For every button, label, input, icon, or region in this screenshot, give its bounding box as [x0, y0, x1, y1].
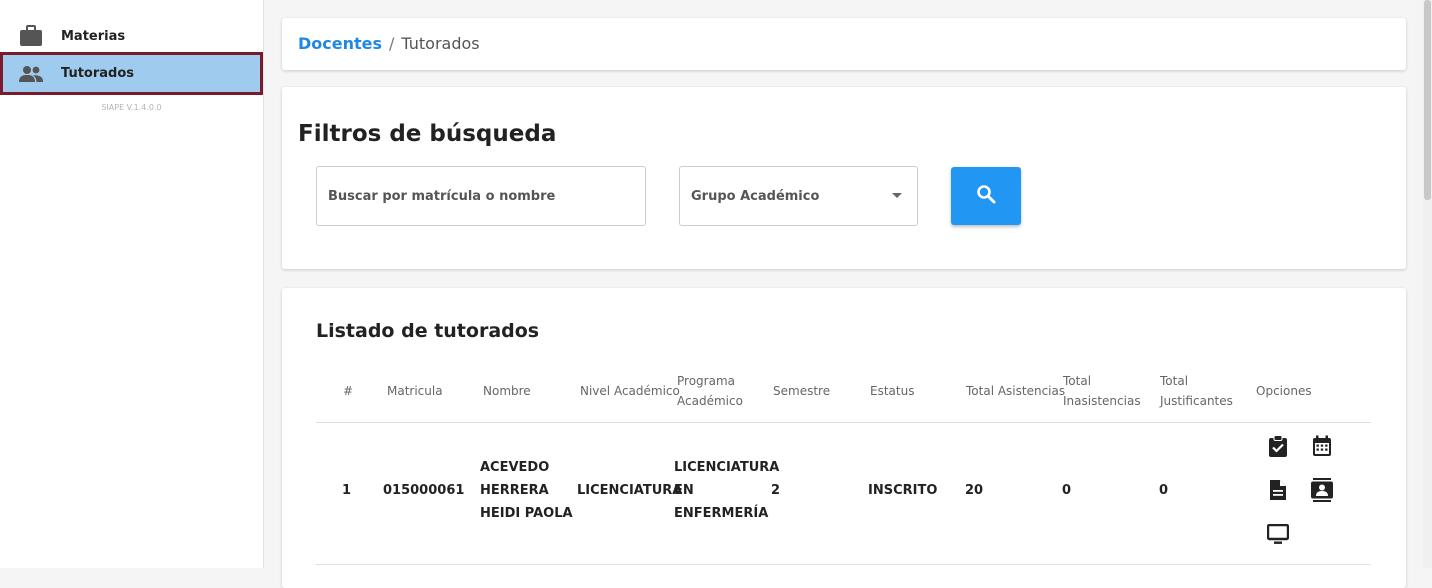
sidebar-item-materias[interactable]: Materias: [0, 15, 263, 57]
breadcrumb-separator: /: [389, 34, 395, 53]
column-header: Matricula: [387, 384, 443, 398]
briefcase-icon: [18, 25, 44, 47]
version-label: SIAPE V.1.4.0.0: [101, 103, 162, 112]
cell-programa: LICENCIATURA EN ENFERMERÍA: [674, 456, 779, 525]
group-select[interactable]: Grupo Académico: [679, 166, 918, 226]
cell-matricula: 015000061: [383, 483, 465, 498]
sidebar-item-tutorados[interactable]: Tutorados: [0, 52, 263, 95]
cell-inasistencias: 0: [1062, 483, 1072, 498]
tutorados-list-card: Listado de tutorados # Matricula Nombre …: [282, 288, 1406, 588]
list-title: Listado de tutorados: [316, 320, 540, 342]
page-scrollbar[interactable]: [1423, 0, 1432, 568]
search-icon: [976, 184, 996, 208]
column-header: Total Justificantes: [1160, 374, 1233, 408]
breadcrumb-current: Tutorados: [401, 34, 480, 53]
group-select-placeholder: Grupo Académico: [691, 188, 820, 204]
contact-card-icon[interactable]: [1310, 478, 1334, 502]
cell-justificantes: 0: [1159, 483, 1169, 498]
cell-programa-line: LICENCIATURA: [674, 460, 780, 475]
filters-card: Filtros de búsqueda Buscar por matrícula…: [282, 87, 1406, 269]
sidebar-item-label: Materias: [61, 28, 126, 44]
cell-nombre-line: ACEVEDO: [480, 460, 550, 475]
cell-programa-line: EN: [674, 483, 694, 498]
search-button[interactable]: [951, 167, 1021, 225]
search-input[interactable]: Buscar por matrícula o nombre: [316, 166, 646, 226]
cell-estatus: INSCRITO: [868, 483, 938, 498]
breadcrumb: Docentes / Tutorados: [298, 34, 480, 53]
column-header: Semestre: [773, 384, 831, 398]
header-divider: [316, 422, 1371, 423]
sidebar: Materias Tutorados SIAPE V.1.4.0.0: [0, 0, 264, 568]
row-divider: [316, 564, 1371, 565]
column-header: #: [343, 384, 354, 398]
chevron-down-icon: [892, 193, 902, 198]
breadcrumb-link-docentes[interactable]: Docentes: [298, 34, 382, 53]
cell-semestre: 2: [771, 483, 781, 498]
breadcrumb-card: Docentes / Tutorados: [282, 18, 1406, 70]
calendar-icon[interactable]: [1310, 434, 1334, 458]
cell-nivel: LICENCIATURA: [577, 483, 683, 498]
column-header: Estatus: [870, 384, 915, 398]
column-header: Total Inasistencias: [1063, 374, 1141, 408]
search-input-placeholder: Buscar por matrícula o nombre: [328, 188, 556, 204]
cell-num: 1: [342, 483, 352, 498]
column-header: Total Asistencias: [966, 384, 1066, 398]
column-header: Opciones: [1256, 384, 1312, 398]
column-header: Nivel Académico: [580, 384, 680, 398]
sidebar-item-label: Tutorados: [61, 66, 134, 81]
cell-asistencias: 20: [965, 483, 984, 498]
column-header: Nombre: [483, 384, 531, 398]
people-icon: [18, 63, 44, 85]
cell-nombre-line: HERRERA: [480, 483, 549, 498]
cell-nombre-line: HEIDI PAOLA: [480, 506, 573, 521]
cell-programa-line: ENFERMERÍA: [674, 506, 769, 521]
scrollbar-thumb[interactable]: [1424, 0, 1431, 200]
cell-nombre: ACEVEDO HERRERA HEIDI PAOLA: [480, 456, 573, 525]
filters-title: Filtros de búsqueda: [298, 121, 557, 147]
column-header: Programa Académico: [677, 374, 743, 408]
monitor-icon[interactable]: [1266, 522, 1290, 546]
document-icon[interactable]: [1266, 478, 1290, 502]
clipboard-check-icon[interactable]: [1266, 434, 1290, 458]
